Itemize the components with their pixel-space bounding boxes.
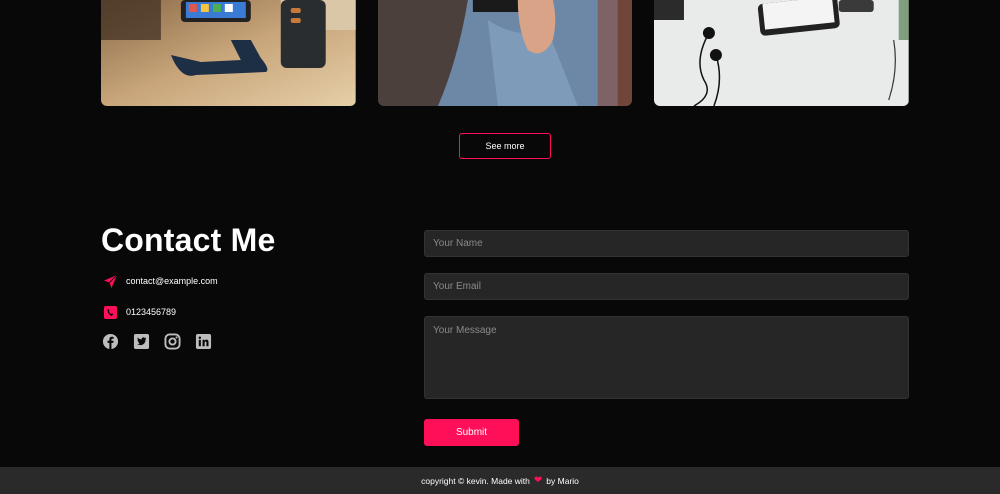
gallery-image-1[interactable]	[101, 0, 356, 106]
twitter-icon[interactable]	[133, 333, 150, 350]
footer: copyright © kevin. Made with ❤ by Mario	[0, 467, 1000, 494]
contact-phone[interactable]: 0123456789	[126, 307, 176, 317]
submit-button[interactable]: Submit	[424, 419, 519, 446]
charging-stand-photo	[101, 0, 356, 106]
phone-earphones-photo	[654, 0, 910, 106]
message-textarea[interactable]	[424, 316, 909, 399]
gallery-image-2[interactable]	[377, 0, 633, 106]
facebook-icon[interactable]	[102, 333, 119, 350]
paper-plane-icon	[102, 273, 118, 289]
instagram-icon[interactable]	[164, 333, 181, 350]
heart-icon: ❤	[533, 475, 543, 486]
portfolio-gallery	[101, 0, 910, 106]
name-input[interactable]	[424, 230, 909, 257]
footer-copyright: copyright © kevin. Made with	[421, 475, 530, 486]
phone-icon	[102, 304, 118, 320]
footer-author: by Mario	[546, 475, 579, 486]
see-more-button[interactable]: See more	[459, 133, 551, 159]
social-links	[102, 333, 212, 350]
contact-email-row: contact@example.com	[102, 273, 218, 289]
contact-email[interactable]: contact@example.com	[126, 276, 218, 286]
gallery-image-3[interactable]	[654, 0, 910, 106]
contact-title: Contact Me	[101, 222, 276, 258]
person-with-phone-photo	[377, 0, 633, 106]
email-input[interactable]	[424, 273, 909, 300]
contact-phone-row: 0123456789	[102, 304, 176, 320]
linkedin-icon[interactable]	[195, 333, 212, 350]
